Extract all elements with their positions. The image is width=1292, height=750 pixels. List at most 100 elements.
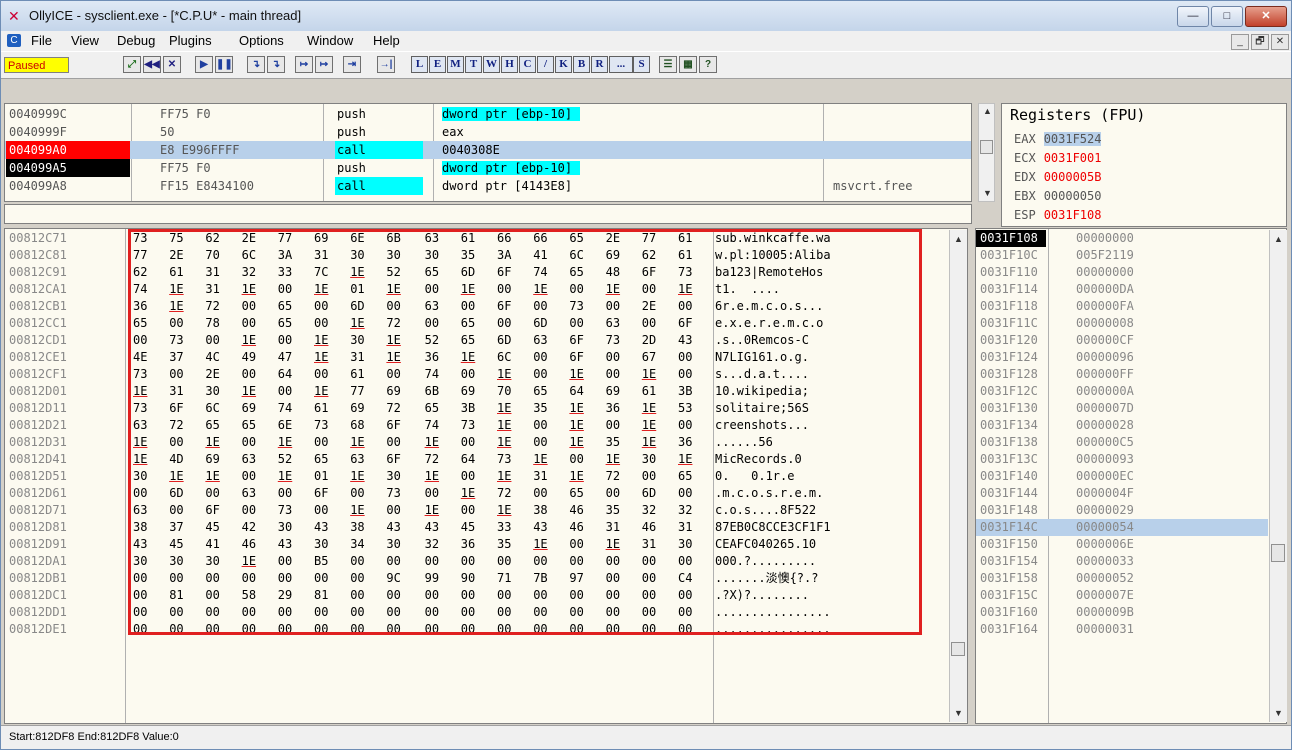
dump-byte[interactable]: 00 bbox=[569, 621, 597, 638]
dump-byte[interactable]: 00 bbox=[242, 298, 270, 315]
stack-row[interactable]: 0031F12C 0000000A bbox=[976, 383, 1268, 400]
stack-row[interactable]: 0031F138 000000C5 bbox=[976, 434, 1268, 451]
dump-byte[interactable]: 00 bbox=[642, 281, 670, 298]
dump-byte[interactable]: 1E bbox=[678, 281, 706, 298]
dump-byte[interactable]: 1E bbox=[133, 434, 161, 451]
minimize-button[interactable]: — bbox=[1177, 6, 1209, 27]
menu-file[interactable]: File bbox=[31, 33, 52, 48]
scroll-thumb[interactable] bbox=[1271, 544, 1285, 562]
dump-byte[interactable]: 00 bbox=[678, 366, 706, 383]
dump-byte[interactable]: 3B bbox=[678, 383, 706, 400]
dump-byte[interactable]: 31 bbox=[678, 519, 706, 536]
dump-byte[interactable]: 73 bbox=[606, 332, 634, 349]
dump-byte[interactable]: 66 bbox=[533, 230, 561, 247]
dump-byte[interactable]: 00 bbox=[350, 604, 378, 621]
dump-row[interactable]: 00812D61 00 6D 00 63 00 6F 00 73 00 1E 72 00 65 00 6D 00… bbox=[5, 485, 965, 502]
dump-row[interactable]: 00812D01 1E 31 30 1E 00 1E 77 69 6B 69 70 65 64 69 61 3B… bbox=[5, 383, 965, 400]
dump-row[interactable]: 00812DD1 00 00 00 00 00 00 00 00 00 00 00 00 00 00 00 00… bbox=[5, 604, 965, 621]
breakpoints-button[interactable]: B bbox=[573, 56, 590, 73]
dump-byte[interactable]: 00 bbox=[133, 621, 161, 638]
dump-byte[interactable]: 1E bbox=[314, 349, 342, 366]
dump-byte[interactable]: 30 bbox=[350, 247, 378, 264]
dump-byte[interactable]: 47 bbox=[278, 349, 306, 366]
dump-byte[interactable]: 30 bbox=[205, 553, 233, 570]
dump-byte[interactable]: 30 bbox=[133, 468, 161, 485]
dump-row[interactable]: 00812D81 38 37 45 42 30 43 38 43 43 45 33 43 46 31 46 31… bbox=[5, 519, 965, 536]
scroll-down-icon[interactable]: ▼ bbox=[1274, 708, 1283, 718]
dump-byte[interactable]: 6F bbox=[642, 264, 670, 281]
dump-byte[interactable]: 6F bbox=[678, 315, 706, 332]
dump-byte[interactable]: 43 bbox=[425, 519, 453, 536]
dump-byte[interactable]: 31 bbox=[205, 264, 233, 281]
dump-byte[interactable]: 1E bbox=[278, 468, 306, 485]
dump-byte[interactable]: 63 bbox=[242, 451, 270, 468]
dump-byte[interactable]: 61 bbox=[350, 366, 378, 383]
stack-row[interactable]: 0031F120 000000CF bbox=[976, 332, 1268, 349]
dump-byte[interactable]: 63 bbox=[606, 315, 634, 332]
go-to-icon[interactable]: →| bbox=[377, 56, 395, 73]
dump-byte[interactable]: 30 bbox=[678, 536, 706, 553]
help-icon[interactable]: ? bbox=[699, 56, 717, 73]
dump-byte[interactable]: 00 bbox=[386, 553, 414, 570]
dump-byte[interactable]: 00 bbox=[386, 502, 414, 519]
dump-byte[interactable]: 00 bbox=[205, 485, 233, 502]
dump-byte[interactable]: 4C bbox=[205, 349, 233, 366]
dump-byte[interactable]: 00 bbox=[278, 604, 306, 621]
run-icon[interactable]: ▶ bbox=[195, 56, 213, 73]
dump-byte[interactable]: 00 bbox=[497, 604, 525, 621]
dump-byte[interactable]: 6C bbox=[497, 349, 525, 366]
dump-byte[interactable]: 69 bbox=[386, 383, 414, 400]
restart-icon[interactable]: ◀◀ bbox=[143, 56, 161, 73]
stack-row[interactable]: 0031F124 00000096 bbox=[976, 349, 1268, 366]
dump-byte[interactable]: 1E bbox=[642, 366, 670, 383]
dump-byte[interactable]: 1E bbox=[350, 264, 378, 281]
dump-byte[interactable]: 00 bbox=[278, 553, 306, 570]
dump-byte[interactable]: 1E bbox=[278, 434, 306, 451]
dump-byte[interactable]: 65 bbox=[278, 315, 306, 332]
dump-byte[interactable]: 30 bbox=[425, 247, 453, 264]
dump-byte[interactable]: 61 bbox=[678, 247, 706, 264]
disassembly-scrollbar[interactable]: ▲ ▼ bbox=[978, 103, 995, 202]
handles-window-button[interactable]: H bbox=[501, 56, 518, 73]
dump-byte[interactable]: 68 bbox=[350, 417, 378, 434]
memory-window-button[interactable]: M bbox=[447, 56, 464, 73]
dump-byte[interactable]: 29 bbox=[278, 587, 306, 604]
dump-byte[interactable]: 00 bbox=[314, 366, 342, 383]
dump-byte[interactable]: 00 bbox=[386, 366, 414, 383]
dump-byte[interactable]: 6F bbox=[569, 349, 597, 366]
dump-byte[interactable]: 00 bbox=[533, 621, 561, 638]
dump-byte[interactable]: 00 bbox=[606, 298, 634, 315]
dump-row[interactable]: 00812C91 62 61 31 32 33 7C 1E 52 65 6D 6F 74 65 48 6F 73… bbox=[5, 264, 965, 281]
dump-byte[interactable]: 65 bbox=[425, 264, 453, 281]
dump-byte[interactable]: 4E bbox=[133, 349, 161, 366]
dump-byte[interactable]: 65 bbox=[533, 383, 561, 400]
dump-byte[interactable]: 00 bbox=[497, 587, 525, 604]
dump-byte[interactable]: 00 bbox=[533, 485, 561, 502]
dump-byte[interactable]: 00 bbox=[169, 604, 197, 621]
dump-byte[interactable]: 00 bbox=[386, 434, 414, 451]
dump-byte[interactable]: 4D bbox=[169, 451, 197, 468]
dump-byte[interactable]: 30 bbox=[386, 536, 414, 553]
dump-byte[interactable]: 6E bbox=[350, 230, 378, 247]
dump-byte[interactable]: 6F bbox=[205, 502, 233, 519]
stack-row[interactable]: 0031F134 00000028 bbox=[976, 417, 1268, 434]
dump-byte[interactable]: 00 bbox=[386, 604, 414, 621]
grid-icon[interactable]: ▦ bbox=[679, 56, 697, 73]
dump-byte[interactable]: 73 bbox=[278, 502, 306, 519]
dump-byte[interactable]: 00 bbox=[678, 349, 706, 366]
scroll-up-icon[interactable]: ▲ bbox=[983, 106, 992, 116]
hex-dump-pane[interactable]: 00812C71 73 75 62 2E 77 69 6E 6B 63 61 66 66 65 2E 77 61… bbox=[4, 228, 968, 724]
dump-byte[interactable]: 31 bbox=[169, 383, 197, 400]
dump-byte[interactable]: 00 bbox=[606, 485, 634, 502]
dump-byte[interactable]: 65 bbox=[569, 485, 597, 502]
stack-row[interactable]: 0031F164 00000031 bbox=[976, 621, 1268, 638]
dump-byte[interactable]: 34 bbox=[350, 536, 378, 553]
dump-byte[interactable]: 00 bbox=[642, 553, 670, 570]
dump-byte[interactable]: 74 bbox=[278, 400, 306, 417]
dump-byte[interactable]: 00 bbox=[425, 553, 453, 570]
dump-byte[interactable]: 00 bbox=[606, 587, 634, 604]
dump-byte[interactable]: 00 bbox=[278, 281, 306, 298]
dump-byte[interactable]: 00 bbox=[533, 587, 561, 604]
dump-row[interactable]: 00812D51 30 1E 1E 00 1E 01 1E 30 1E 00 1E 31 1E 72 00 65… bbox=[5, 468, 965, 485]
mdi-restore-button[interactable]: 🗗 bbox=[1251, 34, 1269, 50]
